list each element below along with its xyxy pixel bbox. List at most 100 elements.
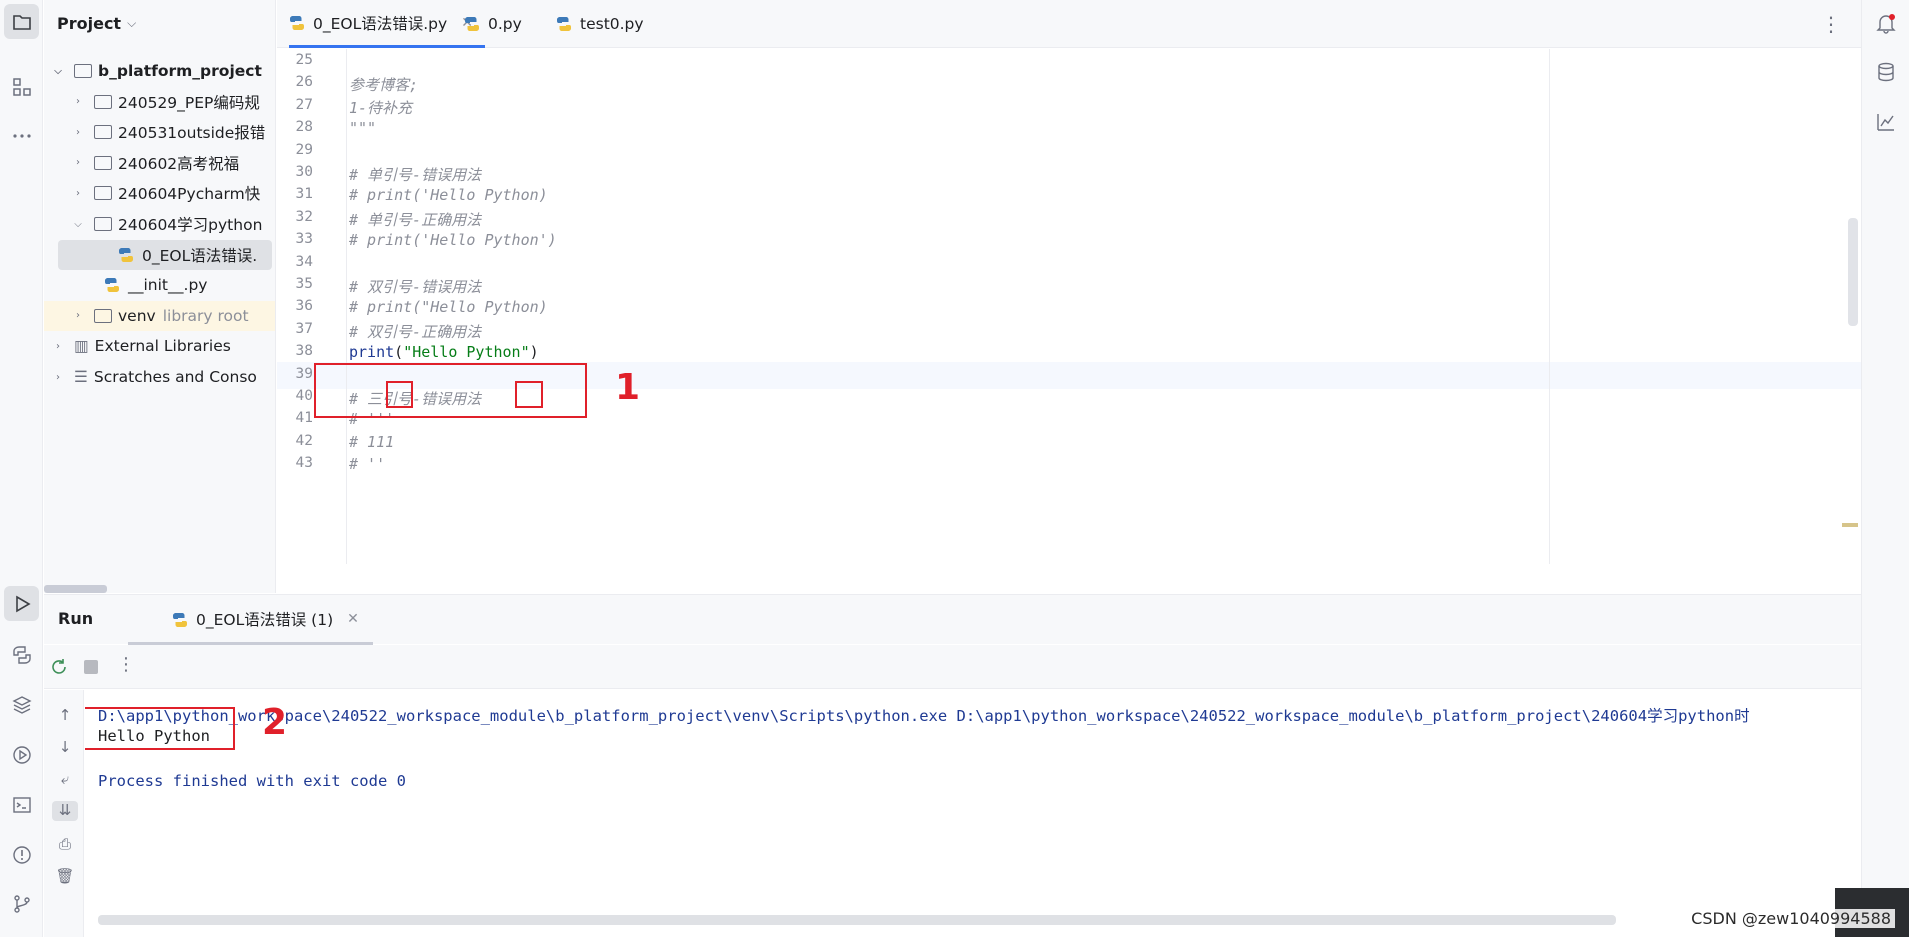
editor-tab-label: 0_EOL语法错误.py	[313, 14, 448, 33]
close-icon[interactable]: ✕	[347, 611, 359, 627]
tree-item[interactable]: › 240602高考祝福	[44, 148, 275, 178]
run-toolbar: ⋮	[44, 645, 1861, 689]
trash-icon[interactable]: 🗑	[55, 867, 75, 887]
code-line: # print("Hello Python)	[349, 298, 548, 316]
chevron-right-icon[interactable]: ›	[52, 372, 64, 383]
code-token: # 单引号-错误用法	[349, 166, 482, 184]
arrow-up-icon[interactable]: ↑	[55, 706, 75, 726]
code-line: print("Hello Python")	[349, 343, 539, 361]
python-console-icon[interactable]	[4, 637, 39, 672]
chevron-right-icon[interactable]: ›	[72, 310, 84, 321]
line-number: 38	[295, 343, 313, 360]
editor-tab[interactable]: 0_EOL语法错误.py✕	[289, 0, 485, 48]
structure-tool-icon[interactable]	[4, 69, 39, 104]
tree-item[interactable]: › 240529_PEP编码规	[44, 87, 275, 117]
line-number: 32	[295, 208, 313, 225]
notifications-icon[interactable]	[1873, 10, 1899, 36]
line-number: 28	[295, 119, 313, 136]
line-number: 27	[295, 96, 313, 113]
project-panel-header[interactable]: Project ⌵	[44, 0, 275, 46]
problems-icon[interactable]	[4, 837, 39, 872]
project-horizontal-scrollbar[interactable]	[44, 585, 107, 593]
tree-item[interactable]: › venv library root	[44, 300, 275, 331]
annotation-label-2: 2	[262, 702, 288, 743]
arrow-down-icon[interactable]: ↓	[55, 738, 75, 758]
folder-icon	[94, 94, 112, 109]
annotation-label-1: 1	[615, 367, 641, 408]
tree-item-label: 240531outside报错	[118, 124, 266, 143]
code-token: 1-待补充	[349, 98, 413, 117]
run-config-tab[interactable]: 0_EOL语法错误 (1) ✕	[128, 595, 373, 645]
editor-tab[interactable]: test0.py	[556, 0, 644, 48]
code-token: # 双引号-正确用法	[349, 322, 482, 341]
tree-item-suffix: library root	[162, 306, 249, 325]
sciview-icon[interactable]	[1873, 109, 1899, 135]
console-horizontal-scrollbar[interactable]	[98, 915, 1616, 925]
run-panel-title: Run	[58, 609, 94, 628]
editor-tab[interactable]: 0.py	[464, 0, 522, 48]
tree-item[interactable]: ⌵ b_platform_project	[44, 56, 275, 86]
tree-item[interactable]: › ▥ External Libraries	[44, 331, 275, 361]
tree-item[interactable]: __init__.py	[44, 270, 275, 300]
python-file-icon	[290, 15, 304, 30]
console-line: Process finished with exit code 0	[98, 771, 406, 790]
chevron-right-icon[interactable]: ›	[72, 157, 84, 168]
tree-item[interactable]: ⌵ 240604学习python	[44, 209, 275, 239]
tree-item-label: 240604Pycharm快	[118, 185, 261, 204]
project-tool-icon[interactable]	[4, 4, 39, 39]
chevron-down-icon[interactable]: ⌵	[52, 66, 64, 77]
annotation-close-quote-box	[515, 381, 543, 408]
soft-wrap-icon[interactable]: ⤶	[55, 770, 75, 790]
chevron-down-icon[interactable]: ⌵	[72, 219, 84, 230]
project-panel-title: Project	[57, 13, 122, 33]
line-number: 41	[295, 410, 313, 427]
tree-item[interactable]: › 240604Pycharm快	[44, 178, 275, 208]
rerun-icon[interactable]	[49, 657, 69, 681]
scroll-to-end-icon[interactable]: ⇊	[52, 801, 78, 821]
run-config-tab-label: 0_EOL语法错误 (1)	[196, 610, 334, 629]
more-options-icon[interactable]: ⋮	[117, 654, 135, 675]
annotation-open-quote-box	[386, 381, 413, 408]
terminal-icon[interactable]	[4, 787, 39, 822]
watermark: CSDN @zew1040994588	[1687, 909, 1895, 928]
tree-item[interactable]: › 240531outside报错	[44, 117, 275, 147]
tree-item-label: 0_EOL语法错误.	[142, 246, 258, 265]
editor-vertical-scrollbar[interactable]	[1848, 218, 1858, 326]
tree-item-label: Scratches and Conso	[93, 368, 257, 386]
folder-icon	[94, 155, 112, 170]
code-line: # 双引号-错误用法	[349, 276, 481, 297]
chevron-right-icon[interactable]: ›	[72, 127, 84, 138]
print-icon[interactable]: ⎙	[55, 835, 75, 855]
run-tool-icon[interactable]	[4, 586, 39, 621]
chevron-right-icon[interactable]: ›	[52, 341, 64, 352]
git-icon[interactable]	[4, 886, 39, 921]
code-token: # 111	[349, 432, 395, 451]
code-token: print	[349, 343, 395, 362]
folder-icon	[74, 64, 92, 78]
tree-item-label: 240602高考祝福	[118, 154, 240, 173]
run-panel-header: Run 0_EOL语法错误 (1) ✕	[44, 594, 1861, 645]
tree-item-label: __init__.py	[128, 276, 208, 295]
more-tools-icon[interactable]	[4, 118, 39, 153]
code-editor[interactable]: 25 26 参考博客; 27 1-待补充 28 """ 29 30 # 单引号-错误用法 31 # p…	[277, 49, 1861, 564]
run-side-toolbar: ↑ ↓ ⤶ ⇊ ⎙ 🗑	[44, 690, 84, 937]
code-line: # 单引号-正确用法	[349, 209, 481, 230]
editor-tab-label: 0.py	[488, 15, 522, 33]
tree-item[interactable]: › ☰ Scratches and Conso	[44, 362, 275, 392]
annotation-box-1	[314, 363, 587, 418]
code-line: """	[349, 119, 376, 137]
right-margin-guide	[1549, 49, 1550, 564]
code-line: # print('Hello Python')	[349, 231, 557, 249]
layers-icon[interactable]	[4, 687, 39, 722]
chevron-right-icon[interactable]: ›	[72, 188, 84, 199]
stop-icon[interactable]	[84, 660, 98, 674]
run-console[interactable]: D:\app1\python_workspace\240522_workspac…	[85, 690, 1861, 937]
database-icon[interactable]	[1873, 59, 1899, 85]
error-stripe-marker[interactable]	[1842, 523, 1858, 527]
chevron-right-icon[interactable]: ›	[72, 96, 84, 107]
tab-options-icon[interactable]: ⋮	[1821, 12, 1841, 36]
services-icon[interactable]	[4, 737, 39, 772]
code-line: 1-待补充	[349, 97, 412, 118]
tree-item[interactable]: 0_EOL语法错误.	[58, 239, 272, 270]
tree-item-label: venv	[118, 306, 156, 325]
